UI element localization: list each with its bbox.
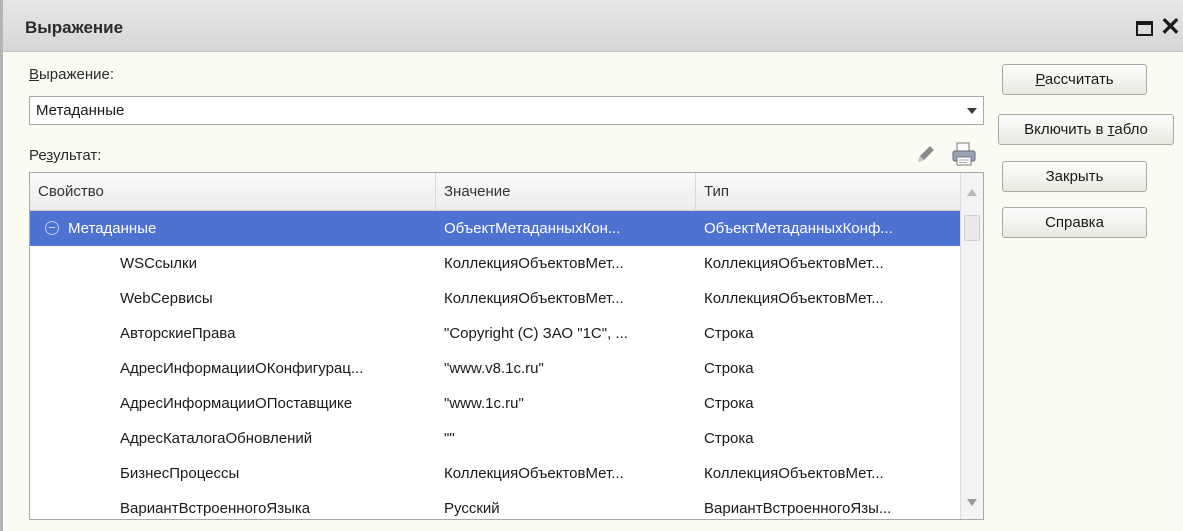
calculate-button[interactable]: Рассчитать [1002, 64, 1147, 95]
result-label: Результат: [29, 147, 102, 164]
table-row[interactable]: WebСервисы КоллекцияОбъектовМет... Колле… [30, 281, 960, 316]
scroll-thumb[interactable] [964, 215, 980, 241]
cell-property: АдресКаталогаОбновлений [120, 430, 313, 447]
cell-property: БизнесПроцессы [120, 465, 240, 482]
cell-property: WSCсылки [120, 255, 197, 272]
chevron-down-icon [967, 107, 977, 114]
table-row[interactable]: ВариантВстроенногоЯзыка Русский ВариантВ… [30, 491, 960, 519]
window-title: Выражение [25, 18, 124, 37]
cell-value: КоллекцияОбъектовМет... [444, 290, 624, 307]
cell-property: АдресИнформацииОПоставщике [120, 395, 353, 412]
include-in-table-button[interactable]: Включить в табло [998, 114, 1174, 145]
table-row[interactable]: АдресИнформацииОКонфигурац... "www.v8.1c… [30, 351, 960, 386]
table-row[interactable]: БизнесПроцессы КоллекцияОбъектовМет... К… [30, 456, 960, 491]
title-bar: Выражение ✕ [3, 0, 1183, 52]
scroll-down-button[interactable] [961, 491, 983, 513]
cell-property: Метаданные [68, 220, 157, 237]
cell-value: "Copyright (C) ЗАО "1С", ... [444, 325, 628, 342]
table-row[interactable]: АдресИнформацииОПоставщике "www.1c.ru" С… [30, 386, 960, 421]
cell-value: "www.v8.1c.ru" [444, 360, 544, 377]
help-button[interactable]: Справка [1002, 207, 1147, 238]
expression-label: Выражение: [29, 66, 115, 83]
cell-type: Строка [704, 395, 754, 412]
cell-type: КоллекцияОбъектовМет... [704, 465, 884, 482]
scroll-up-icon [967, 188, 977, 196]
cell-value: ОбъектМетаданныхКон... [444, 220, 621, 237]
table-row[interactable]: WSCсылки КоллекцияОбъектовМет... Коллекц… [30, 246, 960, 281]
cell-type: КоллекцияОбъектовМет... [704, 255, 884, 272]
cell-type: Строка [704, 360, 754, 377]
cell-value: КоллекцияОбъектовМет... [444, 465, 624, 482]
expression-dropdown-button[interactable] [961, 97, 983, 124]
pencil-icon[interactable] [915, 143, 937, 165]
column-header-value[interactable]: Значение [436, 173, 696, 211]
cell-type: Строка [704, 430, 754, 447]
expression-dialog: Выражение ✕ Выражение: Метаданные Резуль… [0, 0, 1183, 531]
cell-value: "www.1c.ru" [444, 395, 524, 412]
close-icon[interactable]: ✕ [1160, 15, 1182, 40]
cell-value: Русский [444, 500, 500, 517]
cell-property: ВариантВстроенногоЯзыка [120, 500, 311, 517]
scroll-down-icon [967, 498, 977, 506]
vertical-scrollbar[interactable] [960, 173, 983, 519]
expression-value: Метаданные [36, 102, 125, 119]
scroll-up-button[interactable] [961, 181, 983, 203]
table-row[interactable]: АвторскиеПрава "Copyright (C) ЗАО "1С", … [30, 316, 960, 351]
cell-type: Строка [704, 325, 754, 342]
cell-type: ВариантВстроенногоЯзы... [704, 500, 892, 517]
cell-property: АдресИнформацииОКонфигурац... [120, 360, 364, 377]
table-header: Свойство Значение Тип [30, 173, 960, 211]
close-button[interactable]: Закрыть [1002, 161, 1147, 192]
cell-type: ОбъектМетаданныхКонф... [704, 220, 893, 237]
cell-value: КоллекцияОбъектовМет... [444, 255, 624, 272]
table-row[interactable]: АдресКаталогаОбновлений "" Строка [30, 421, 960, 456]
cell-type: КоллекцияОбъектовМет... [704, 290, 884, 307]
result-table[interactable]: Свойство Значение Тип − Метаданные Объек… [29, 172, 984, 520]
cell-value: "" [444, 430, 455, 447]
column-header-property[interactable]: Свойство [30, 173, 436, 211]
expression-input[interactable]: Метаданные [29, 96, 984, 125]
table-row[interactable]: − Метаданные ОбъектМетаданныхКон... Объе… [30, 211, 960, 246]
maximize-icon[interactable] [1136, 21, 1153, 36]
column-header-type[interactable]: Тип [696, 173, 960, 211]
print-icon[interactable] [951, 141, 977, 167]
cell-property: АвторскиеПрава [120, 325, 236, 342]
cell-property: WebСервисы [120, 290, 213, 307]
